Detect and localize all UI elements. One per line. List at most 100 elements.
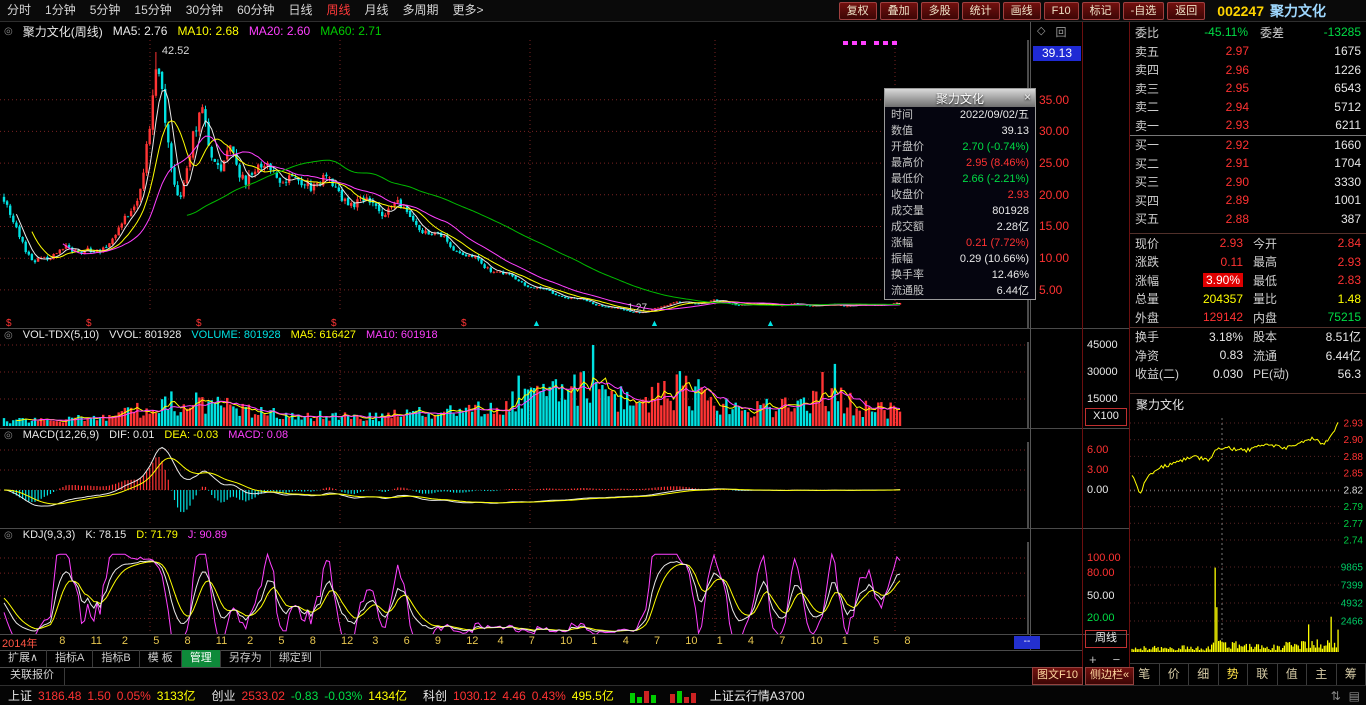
menu-item-period[interactable]: 月线 — [358, 0, 396, 21]
ask-row[interactable]: 卖一 2.93 6211 — [1130, 116, 1366, 135]
panel-tab[interactable]: 筹 — [1337, 664, 1366, 685]
menu-item-period[interactable]: 多周期 — [396, 0, 446, 21]
indicator-label: MA5: 616427 — [290, 329, 357, 341]
trend-mini-chart[interactable]: 2.93 2.90 2.88 2.85 2.82 2.79 2.77 2.74 9865 7399… — [1130, 414, 1366, 662]
popup-row: 最低价 2.66 (-2.21%) — [891, 172, 1029, 185]
ask-row[interactable]: 卖三 2.95 6543 — [1130, 79, 1366, 98]
xaxis-label: 7 — [654, 635, 661, 647]
window-icon[interactable]: 回 — [1055, 24, 1066, 40]
panel-tab[interactable]: 联 — [1248, 664, 1278, 685]
xaxis-label: 4 — [622, 635, 629, 647]
menu-item-period[interactable]: 30分钟 — [179, 0, 230, 21]
mini-price-label: 2.85 — [1344, 469, 1364, 480]
menu-item-period[interactable]: 日线 — [281, 0, 319, 21]
chart-tab[interactable]: 绑定到 — [271, 650, 321, 667]
panel-tab[interactable]: 值 — [1278, 664, 1307, 685]
indicator-label: D: 71.79 — [136, 529, 178, 541]
chart-tab[interactable]: 另存为 — [221, 650, 271, 667]
popup-row: 时间 2022/09/02/五 — [891, 108, 1029, 121]
menu-item-period[interactable]: 15分钟 — [127, 0, 178, 21]
chart-tab[interactable]: 指标A — [47, 650, 94, 667]
kdj-chart[interactable] — [0, 542, 1030, 634]
toolbar-button[interactable]: 叠加 — [879, 1, 918, 20]
toolbar-button[interactable]: 统计 — [961, 1, 1000, 20]
diamond-icon[interactable]: ◇ — [1037, 24, 1045, 40]
index-ticker[interactable]: 科创 1030.12 4.46 0.43% 495.5亿 — [423, 687, 620, 704]
popup-titlebar[interactable]: 聚力文化 × — [885, 89, 1035, 107]
chart-tab[interactable]: 模 板 — [140, 650, 182, 667]
panel-tabs: 笔价细势联值主筹 — [1130, 663, 1366, 685]
popup-body: 时间 2022/09/02/五 数值 39.13 开盘价 2.70 (-0.74%) 最高价… — [885, 107, 1035, 299]
statusbar-icons: ⇅ ▤ — [1331, 686, 1360, 705]
popup-row: 涨幅 0.21 (7.72%) — [891, 236, 1029, 249]
bid-row[interactable]: 买三 2.90 3330 — [1130, 173, 1366, 192]
sidebar-button-group: 图文F10 侧边栏« — [1032, 667, 1135, 685]
ask-row[interactable]: 卖四 2.96 1226 — [1130, 61, 1366, 80]
bid-row[interactable]: 买一 2.92 1660 — [1130, 136, 1366, 155]
bid-row[interactable]: 买五 2.88 387 — [1130, 210, 1366, 229]
menu-item-period[interactable]: 60分钟 — [230, 0, 281, 21]
collapse-icon[interactable]: ◎ — [4, 530, 13, 541]
related-quote-tab[interactable]: 关联报价 — [0, 667, 65, 685]
index-ticker[interactable]: 创业 2533.02 -0.83 -0.03% 1434亿 — [212, 687, 414, 704]
indicator-label: J: 90.89 — [187, 529, 228, 541]
menu-item-period[interactable]: 1分钟 — [38, 0, 83, 21]
mini-volume-label: 7399 — [1341, 581, 1364, 592]
ask-row[interactable]: 卖五 2.97 1675 — [1130, 42, 1366, 61]
price-axis-label: 20.00 — [1039, 187, 1070, 202]
collapse-icon[interactable]: ◎ — [4, 26, 13, 37]
panel-tab[interactable]: 笔 — [1130, 664, 1160, 685]
menu-item-period[interactable]: 分时 — [0, 0, 38, 21]
toolbar-button[interactable]: -自选 — [1122, 1, 1165, 20]
sidebar-button[interactable]: 图文F10 — [1032, 667, 1083, 685]
bid-row[interactable]: 买二 2.91 1704 — [1130, 154, 1366, 173]
chart-tab[interactable]: 管理 — [181, 650, 221, 667]
ask-rows: 卖五 2.97 1675 卖四 2.96 1226 卖三 2.95 6543 卖二 2.94 5712… — [1130, 42, 1366, 135]
period-label-box: 周线 — [1085, 630, 1127, 648]
panel-tab[interactable]: 主 — [1307, 664, 1337, 685]
menu-grid-icon[interactable]: ▤ — [1349, 689, 1360, 703]
fundamental-stat-row: 净资 0.83 流通 6.44亿 — [1135, 348, 1361, 363]
toolbar-button[interactable]: 标记 — [1081, 1, 1120, 20]
index-ticker[interactable]: 上证 3186.48 1.50 0.05% 3133亿 — [8, 687, 202, 704]
popup-row: 开盘价 2.70 (-0.74%) — [891, 140, 1029, 153]
xaxis-label: 8 — [59, 635, 66, 647]
zoom-in-button[interactable]: + — [1089, 652, 1097, 667]
sidebar-button[interactable]: 侧边栏« — [1084, 667, 1135, 685]
toolbar-button[interactable]: 复权 — [838, 1, 877, 20]
mini-volume-label: 2466 — [1341, 617, 1364, 628]
zoom-out-button[interactable]: − — [1113, 652, 1121, 667]
collapse-icon[interactable]: ◎ — [4, 330, 13, 341]
popup-row: 流通股 6.44亿 — [891, 284, 1029, 297]
toolbar-button[interactable]: 返回 — [1167, 1, 1206, 20]
panel-tab[interactable]: 势 — [1219, 664, 1248, 685]
price-axis-label: 15.00 — [1039, 219, 1070, 234]
toolbar-button[interactable]: 多股 — [920, 1, 959, 20]
panel-tab[interactable]: 价 — [1160, 664, 1189, 685]
xaxis-label: 2 — [121, 635, 129, 647]
menu-item-period[interactable]: 5分钟 — [83, 0, 128, 21]
volume-chart[interactable] — [0, 342, 1030, 428]
bid-row[interactable]: 买四 2.89 1001 — [1130, 191, 1366, 210]
menu-item-period[interactable]: 更多> — [446, 0, 491, 21]
quote-stat-row: 现价 2.93 今开 2.84 — [1135, 236, 1361, 251]
current-stock: 002247 聚力文化 — [1217, 1, 1366, 21]
popup-row: 收盘价 2.93 — [891, 188, 1029, 201]
connection-icon[interactable]: ⇅ — [1331, 689, 1341, 703]
chart-tab[interactable]: 指标B — [93, 650, 140, 667]
main-candlestick-chart[interactable]: 42.52 1.27 $ $ $ $ $ ▲ ▲ ▲ — [0, 40, 1030, 328]
panel-tab[interactable]: 细 — [1189, 664, 1219, 685]
chart-tab[interactable]: 扩展∧ — [0, 650, 48, 667]
macd-chart[interactable] — [0, 442, 1030, 528]
fundamental-stats: 换手 3.18% 股本 8.51亿 净资 0.83 流通 6.44亿 收益(二) 0.030 PE(… — [1130, 326, 1366, 384]
menu-item-period[interactable]: 周线 — [319, 0, 357, 21]
xaxis-label: 2014年 — [2, 638, 38, 650]
chart-scrollbar[interactable]: -- — [1014, 636, 1040, 649]
toolbar-button[interactable]: F10 — [1043, 1, 1079, 20]
ask-row[interactable]: 卖二 2.94 5712 — [1130, 98, 1366, 117]
close-icon[interactable]: × — [1024, 89, 1031, 106]
collapse-icon[interactable]: ◎ — [4, 430, 13, 441]
server-label[interactable]: 上证云行情A3700 — [710, 687, 805, 704]
toolbar-button[interactable]: 画线 — [1002, 1, 1041, 20]
scale-label: 3.00 — [1087, 463, 1109, 476]
